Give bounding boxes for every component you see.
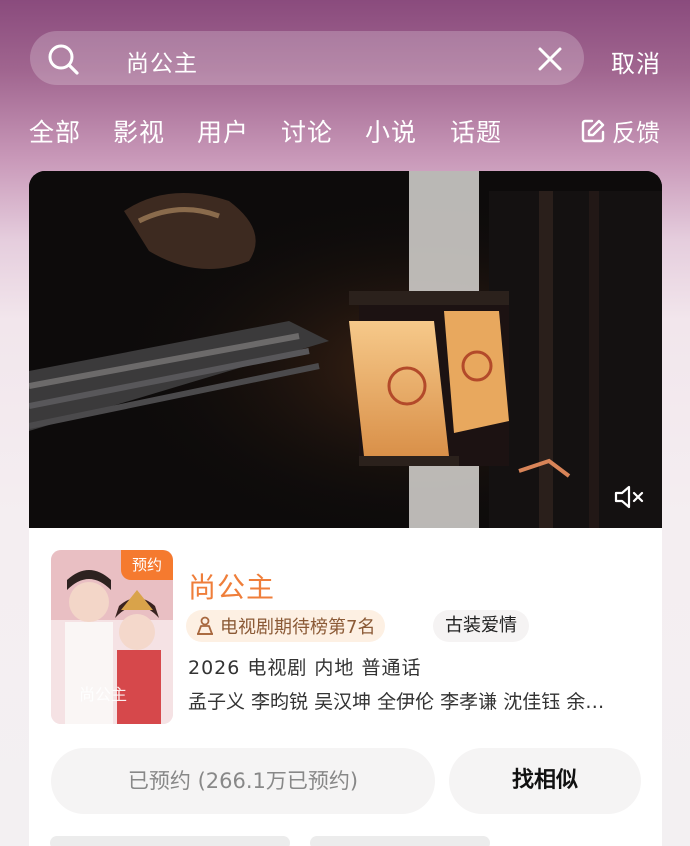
video-frame <box>29 171 662 528</box>
show-card[interactable]: 尚公主 预约 尚公主 电视剧期待榜第7名 古装爱情 2026 电视剧 内地 普通… <box>29 528 662 846</box>
cancel-button[interactable]: 取消 <box>611 44 661 79</box>
tab-novel[interactable]: 小说 <box>365 113 417 149</box>
search-icon <box>48 44 79 75</box>
tab-video[interactable]: 影视 <box>113 113 165 149</box>
show-cast: 孟子义 李昀锐 吴汉坤 全伊伦 李孝谦 沈佳钰 余… <box>188 691 605 713</box>
tab-topics[interactable]: 话题 <box>450 113 502 149</box>
feedback-label: 反馈 <box>612 119 660 147</box>
next-card-placeholder <box>310 836 490 846</box>
ranking-tag-label: 电视剧期待榜第7名 <box>220 617 376 638</box>
search-input[interactable]: 尚公主 <box>126 44 198 78</box>
video-player[interactable] <box>29 171 662 528</box>
edit-icon <box>581 119 605 142</box>
ranking-tag[interactable]: 电视剧期待榜第7名 <box>186 610 386 642</box>
feedback-button[interactable]: 反馈 <box>580 113 660 148</box>
mute-icon[interactable] <box>613 481 645 513</box>
svg-text:尚公主: 尚公主 <box>79 685 127 704</box>
genre-tag[interactable]: 古装爱情 <box>433 610 529 642</box>
next-card-placeholder <box>50 836 290 846</box>
tab-users[interactable]: 用户 <box>197 113 249 149</box>
show-meta: 2026 电视剧 内地 普通话 <box>188 657 422 679</box>
find-similar-button[interactable]: 找相似 <box>449 748 641 814</box>
reserved-button[interactable]: 已预约 (266.1万已预约) <box>51 748 435 814</box>
show-title[interactable]: 尚公主 <box>188 566 275 606</box>
ranking-icon <box>197 616 213 635</box>
reserve-badge: 预约 <box>121 550 173 580</box>
search-bar[interactable]: 尚公主 <box>30 31 584 85</box>
poster-image[interactable]: 尚公主 预约 <box>51 550 173 724</box>
close-icon[interactable] <box>536 45 564 73</box>
tab-all[interactable]: 全部 <box>29 113 81 149</box>
tab-discussion[interactable]: 讨论 <box>281 113 333 149</box>
